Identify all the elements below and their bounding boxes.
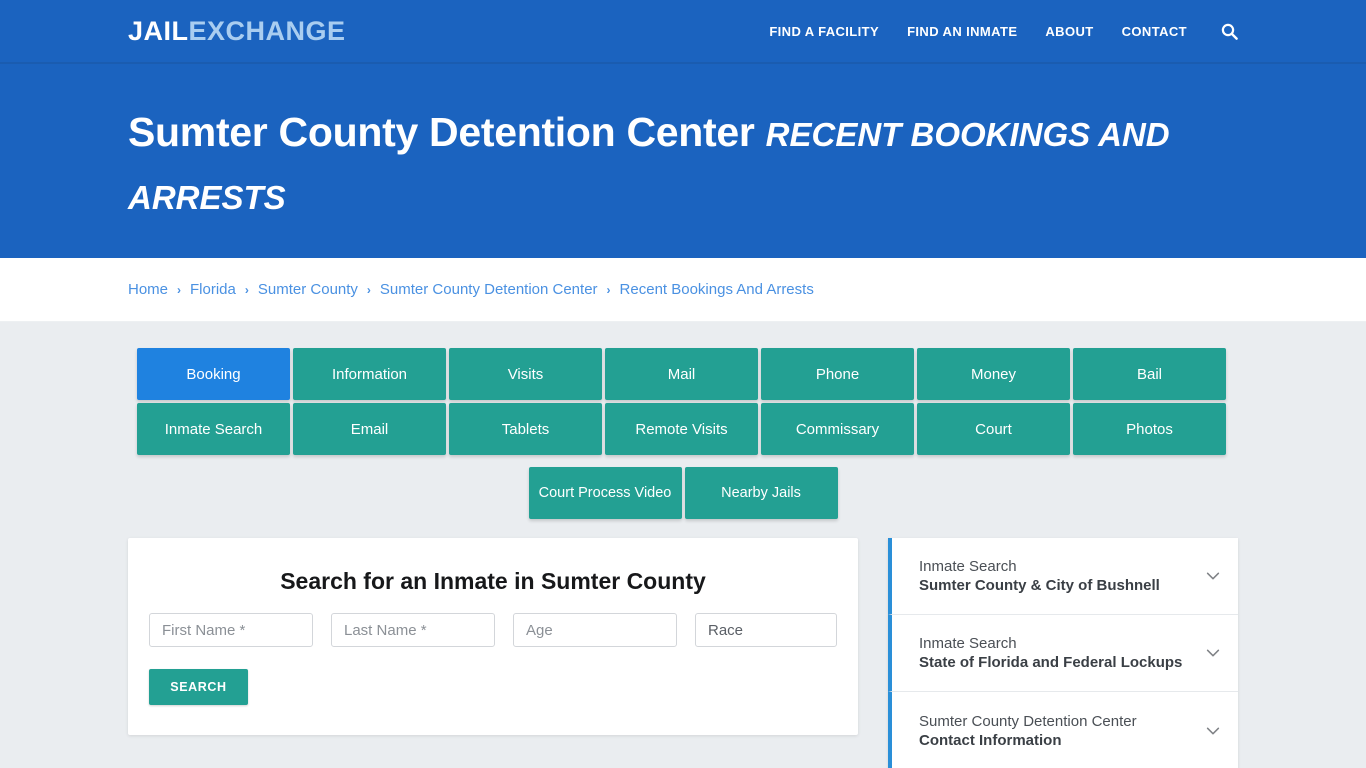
tab-visits[interactable]: Visits — [449, 348, 602, 400]
tab-court-process-video[interactable]: Court Process Video — [528, 467, 682, 519]
chevron-down-icon[interactable] — [1204, 644, 1222, 662]
nav-item-find-a-facility[interactable]: FIND A FACILITY — [769, 24, 879, 39]
accordion-item-line1: Sumter County Detention Center — [919, 712, 1137, 730]
breadcrumb-separator-icon: › — [366, 282, 371, 297]
chevron-down-icon[interactable] — [1204, 722, 1222, 740]
tab-email[interactable]: Email — [293, 403, 446, 455]
chevron-down-icon[interactable] — [1204, 567, 1222, 585]
breadcrumb-item-current: Recent Bookings And Arrests — [619, 281, 814, 298]
tab-mail[interactable]: Mail — [605, 348, 758, 400]
nav-item-about[interactable]: ABOUT — [1045, 24, 1093, 39]
main-nav: FIND A FACILITY FIND AN INMATE ABOUT CON… — [769, 23, 1238, 40]
page-title-facility: Sumter County Detention Center — [128, 109, 755, 155]
tab-nearby-jails[interactable]: Nearby Jails — [684, 467, 838, 519]
tab-money[interactable]: Money — [917, 348, 1070, 400]
accordion-item-line2: Contact Information — [919, 731, 1062, 749]
hero-banner: Sumter County Detention Center Recent Bo… — [0, 64, 1366, 258]
inmate-search-form: Race — [149, 613, 837, 647]
tab-commissary[interactable]: Commissary — [761, 403, 914, 455]
accordion-item-line2: State of Florida and Federal Lockups — [919, 654, 1183, 671]
tab-tablets[interactable]: Tablets — [449, 403, 602, 455]
accordion-item-line1: Inmate Search — [919, 558, 1017, 575]
search-icon — [1221, 23, 1238, 40]
tab-bail[interactable]: Bail — [1073, 348, 1226, 400]
last-name-input[interactable] — [331, 613, 495, 647]
logo-text-secondary: EXCHANGE — [188, 15, 346, 46]
tab-phone[interactable]: Phone — [761, 348, 914, 400]
accordion-item-line2: Sumter County & City of Bushnell — [919, 577, 1160, 594]
breadcrumb-item-home[interactable]: Home — [128, 281, 168, 298]
facility-tab-grid: Booking Information Visits Mail Phone Mo… — [137, 348, 1229, 455]
breadcrumb-item-florida[interactable]: Florida — [190, 281, 236, 298]
breadcrumb: Home › Florida › Sumter County › Sumter … — [128, 281, 814, 298]
tab-booking[interactable]: Booking — [137, 348, 290, 400]
facility-tab-row-extra: Court Process Video Nearby Jails — [137, 467, 1229, 519]
breadcrumb-band: Home › Florida › Sumter County › Sumter … — [0, 258, 1366, 322]
breadcrumb-separator-icon: › — [177, 282, 182, 297]
tab-remote-visits[interactable]: Remote Visits — [605, 403, 758, 455]
accordion-item-text: Sumter County Detention Center Contact I… — [919, 712, 1194, 750]
race-select[interactable]: Race — [695, 613, 837, 647]
sidebar-accordion: Inmate Search Sumter County & City of Bu… — [888, 538, 1238, 768]
page-body: Booking Information Visits Mail Phone Mo… — [0, 322, 1366, 768]
inmate-search-title: Search for an Inmate in Sumter County — [280, 568, 706, 594]
accordion-item-contact-information[interactable]: Sumter County Detention Center Contact I… — [888, 692, 1238, 768]
nav-item-find-an-inmate[interactable]: FIND AN INMATE — [907, 24, 1017, 39]
accordion-item-inmate-search-county[interactable]: Inmate Search Sumter County & City of Bu… — [888, 538, 1238, 615]
inmate-search-card: Search for an Inmate in Sumter County Ra… — [128, 538, 858, 735]
breadcrumb-separator-icon: › — [244, 282, 249, 297]
first-name-input[interactable] — [149, 613, 313, 647]
content-columns: Search for an Inmate in Sumter County Ra… — [128, 538, 1238, 768]
logo-text-primary: JAIL — [128, 15, 189, 46]
tab-inmate-search[interactable]: Inmate Search — [137, 403, 290, 455]
age-input[interactable] — [513, 613, 677, 647]
page-title: Sumter County Detention Center Recent Bo… — [128, 102, 1238, 228]
nav-item-contact[interactable]: CONTACT — [1122, 24, 1187, 39]
nav-search-button[interactable] — [1215, 23, 1238, 40]
accordion-item-inmate-search-state[interactable]: Inmate Search State of Florida and Feder… — [888, 615, 1238, 692]
site-header: JAILEXCHANGE FIND A FACILITY FIND AN INM… — [0, 0, 1366, 64]
tab-court[interactable]: Court — [917, 403, 1070, 455]
breadcrumb-item-sumter-county[interactable]: Sumter County — [258, 281, 358, 298]
tab-information[interactable]: Information — [293, 348, 446, 400]
inmate-search-submit-button[interactable]: SEARCH — [149, 669, 248, 705]
breadcrumb-item-sumter-county-detention-center[interactable]: Sumter County Detention Center — [380, 281, 598, 298]
breadcrumb-separator-icon: › — [606, 282, 611, 297]
tab-photos[interactable]: Photos — [1073, 403, 1226, 455]
accordion-item-text: Inmate Search State of Florida and Feder… — [919, 634, 1194, 672]
site-logo[interactable]: JAILEXCHANGE — [128, 15, 346, 46]
accordion-item-line1: Inmate Search — [919, 635, 1017, 652]
accordion-item-text: Inmate Search Sumter County & City of Bu… — [919, 557, 1194, 595]
